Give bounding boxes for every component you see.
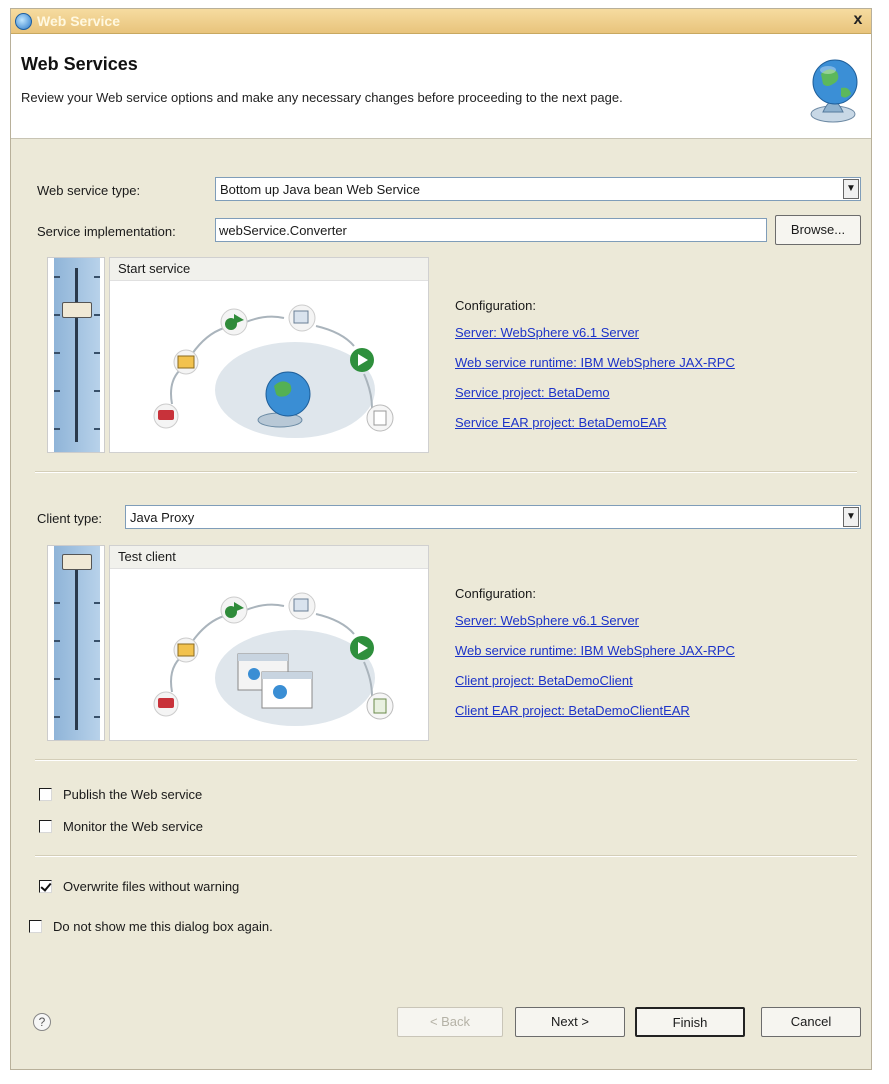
service-project-link[interactable]: Service project: BetaDemo <box>455 385 610 400</box>
slider-tick <box>54 352 60 354</box>
back-button[interactable]: < Back <box>397 1007 503 1037</box>
slider-tick <box>94 352 100 354</box>
overwrite-label: Overwrite files without warning <box>63 879 240 894</box>
slider-tick <box>54 314 60 316</box>
slider-tick <box>94 602 100 604</box>
slider-tick <box>94 640 100 642</box>
service-type-label: Web service type: <box>37 183 141 198</box>
slider-tick <box>54 276 60 278</box>
slider-tick <box>54 390 60 392</box>
dropdown-arrow-icon[interactable]: ▼ <box>843 179 859 199</box>
test-client-title: Test client <box>110 546 428 569</box>
client-ear-project-link[interactable]: Client EAR project: BetaDemoClientEAR <box>455 703 690 718</box>
client-type-label: Client type: <box>37 511 103 526</box>
dropdown-arrow-icon[interactable]: ▼ <box>843 507 859 527</box>
slider-thumb[interactable] <box>62 554 92 570</box>
service-configuration-heading: Configuration: <box>455 298 536 313</box>
close-button[interactable]: x <box>849 11 867 29</box>
app-icon <box>15 13 32 30</box>
slider-tick <box>54 428 60 430</box>
publish-label: Publish the Web service <box>63 787 203 802</box>
slider-tick <box>54 602 60 604</box>
service-runtime-link[interactable]: Web service runtime: IBM WebSphere JAX-R… <box>455 355 735 370</box>
help-icon[interactable]: ? <box>33 1013 51 1031</box>
page-description: Review your Web service options and make… <box>21 90 623 105</box>
client-configuration-heading: Configuration: <box>455 586 536 601</box>
service-type-select[interactable]: Bottom up Java bean Web Service ▼ <box>215 177 861 201</box>
cancel-button[interactable]: Cancel <box>761 1007 861 1037</box>
client-workflow-illustration <box>153 592 394 726</box>
client-type-select[interactable]: Java Proxy ▼ <box>125 505 861 529</box>
finish-button[interactable]: Finish <box>635 1007 745 1037</box>
service-server-link[interactable]: Server: WebSphere v6.1 Server <box>455 325 639 340</box>
slider-tick <box>54 716 60 718</box>
client-level-slider[interactable] <box>47 545 105 741</box>
slider-tick <box>94 678 100 680</box>
next-button[interactable]: Next > <box>515 1007 625 1037</box>
start-service-title: Start service <box>110 258 428 281</box>
publish-checkbox[interactable] <box>39 788 52 801</box>
slider-tick <box>54 678 60 680</box>
page-title: Web Services <box>21 54 138 74</box>
service-workflow-illustration <box>153 304 394 438</box>
slider-tick <box>94 428 100 430</box>
slider-tick <box>94 390 100 392</box>
service-level-slider[interactable] <box>47 257 105 453</box>
wizard-header: Web Services Review your Web service opt… <box>11 34 871 139</box>
overwrite-checkbox[interactable] <box>39 880 52 893</box>
window-title: Web Service <box>37 13 121 29</box>
service-implementation-value: webService.Converter <box>219 223 347 238</box>
client-runtime-link[interactable]: Web service runtime: IBM WebSphere JAX-R… <box>455 643 735 658</box>
service-ear-project-link[interactable]: Service EAR project: BetaDemoEAR <box>455 415 667 430</box>
monitor-checkbox[interactable] <box>39 820 52 833</box>
slider-tick <box>54 640 60 642</box>
start-service-panel: Start service <box>109 257 429 453</box>
web-services-globe-icon <box>805 54 861 124</box>
slider-track <box>75 556 78 730</box>
slider-track <box>75 268 78 442</box>
client-server-link[interactable]: Server: WebSphere v6.1 Server <box>455 613 639 628</box>
service-implementation-input[interactable]: webService.Converter <box>215 218 767 242</box>
section-separator <box>35 471 857 473</box>
dont-show-checkbox[interactable] <box>29 920 42 933</box>
slider-thumb[interactable] <box>62 302 92 319</box>
slider-tick <box>94 276 100 278</box>
service-type-value: Bottom up Java bean Web Service <box>220 182 420 197</box>
dont-show-label: Do not show me this dialog box again. <box>53 919 273 934</box>
web-service-dialog: Web Service x Web Services Review your W… <box>10 8 872 1070</box>
section-separator <box>35 855 857 857</box>
service-implementation-label: Service implementation: <box>37 224 176 239</box>
monitor-label: Monitor the Web service <box>63 819 203 834</box>
title-bar: Web Service x <box>11 9 871 34</box>
section-separator <box>35 759 857 761</box>
test-client-panel: Test client <box>109 545 429 741</box>
slider-tick <box>94 314 100 316</box>
browse-button[interactable]: Browse... <box>775 215 861 245</box>
client-project-link[interactable]: Client project: BetaDemoClient <box>455 673 633 688</box>
slider-tick <box>94 716 100 718</box>
client-type-value: Java Proxy <box>130 510 195 525</box>
